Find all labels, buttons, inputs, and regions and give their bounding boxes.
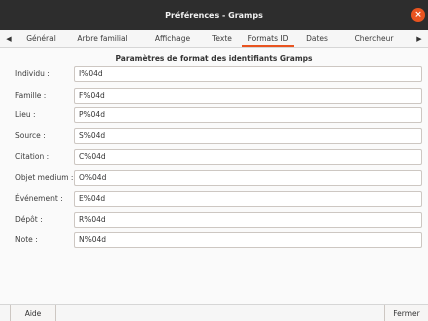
media-id-field[interactable]: O%04d <box>74 170 422 186</box>
row-label: Individu : <box>15 69 50 78</box>
id-format-row-event: Événement : E%04d <box>0 191 428 207</box>
tab-text[interactable]: Texte <box>204 30 240 47</box>
title-bar: Préférences - Gramps × <box>0 0 428 30</box>
place-id-field[interactable]: P%04d <box>74 107 422 123</box>
tab-scroll-right-icon[interactable]: ▶ <box>410 30 428 47</box>
family-id-field[interactable]: F%04d <box>74 88 422 104</box>
row-label: Citation : <box>15 152 50 161</box>
tab-general[interactable]: Général <box>18 30 64 47</box>
id-format-row-family: Famille : F%04d <box>0 88 428 104</box>
row-label: Source : <box>15 131 46 140</box>
tab-dates[interactable]: Dates <box>296 30 338 47</box>
preferences-window: Préférences - Gramps × ◀ Général Arbre f… <box>0 0 428 321</box>
row-label: Événement : <box>15 194 63 203</box>
note-id-field[interactable]: N%04d <box>74 232 422 248</box>
tab-id-formats[interactable]: Formats ID <box>240 30 296 47</box>
id-format-row-media: Objet medium : O%04d <box>0 170 428 186</box>
tab-researcher[interactable]: Chercheur <box>338 30 410 47</box>
tab-scroll-left-icon[interactable]: ◀ <box>0 30 18 47</box>
help-button[interactable]: Aide <box>10 305 56 321</box>
tab-display[interactable]: Affichage <box>141 30 204 47</box>
close-icon[interactable]: × <box>411 8 425 22</box>
individual-id-field[interactable]: I%04d <box>74 66 422 82</box>
source-id-field[interactable]: S%04d <box>74 128 422 144</box>
tab-family-tree[interactable]: Arbre familial <box>64 30 141 47</box>
row-label: Dépôt : <box>15 215 43 224</box>
event-id-field[interactable]: E%04d <box>74 191 422 207</box>
citation-id-field[interactable]: C%04d <box>74 149 422 165</box>
row-label: Note : <box>15 235 38 244</box>
id-format-row-citation: Citation : C%04d <box>0 149 428 165</box>
id-format-row-source: Source : S%04d <box>0 128 428 144</box>
panel-title: Paramètres de format des identifiants Gr… <box>115 54 313 63</box>
window-title: Préférences - Gramps <box>165 10 263 20</box>
close-button[interactable]: Fermer <box>384 305 428 321</box>
id-format-row-repository: Dépôt : R%04d <box>0 212 428 228</box>
repository-id-field[interactable]: R%04d <box>74 212 422 228</box>
id-format-row-note: Note : N%04d <box>0 232 428 248</box>
dialog-button-bar: Aide Fermer <box>0 304 428 321</box>
id-format-row-individual: Individu : I%04d <box>0 66 428 82</box>
tab-bar: ◀ Général Arbre familial Affichage Texte… <box>0 30 428 48</box>
id-format-row-place: Lieu : P%04d <box>0 107 428 123</box>
row-label: Lieu : <box>15 110 36 119</box>
row-label: Objet medium : <box>15 173 74 182</box>
row-label: Famille : <box>15 91 47 100</box>
